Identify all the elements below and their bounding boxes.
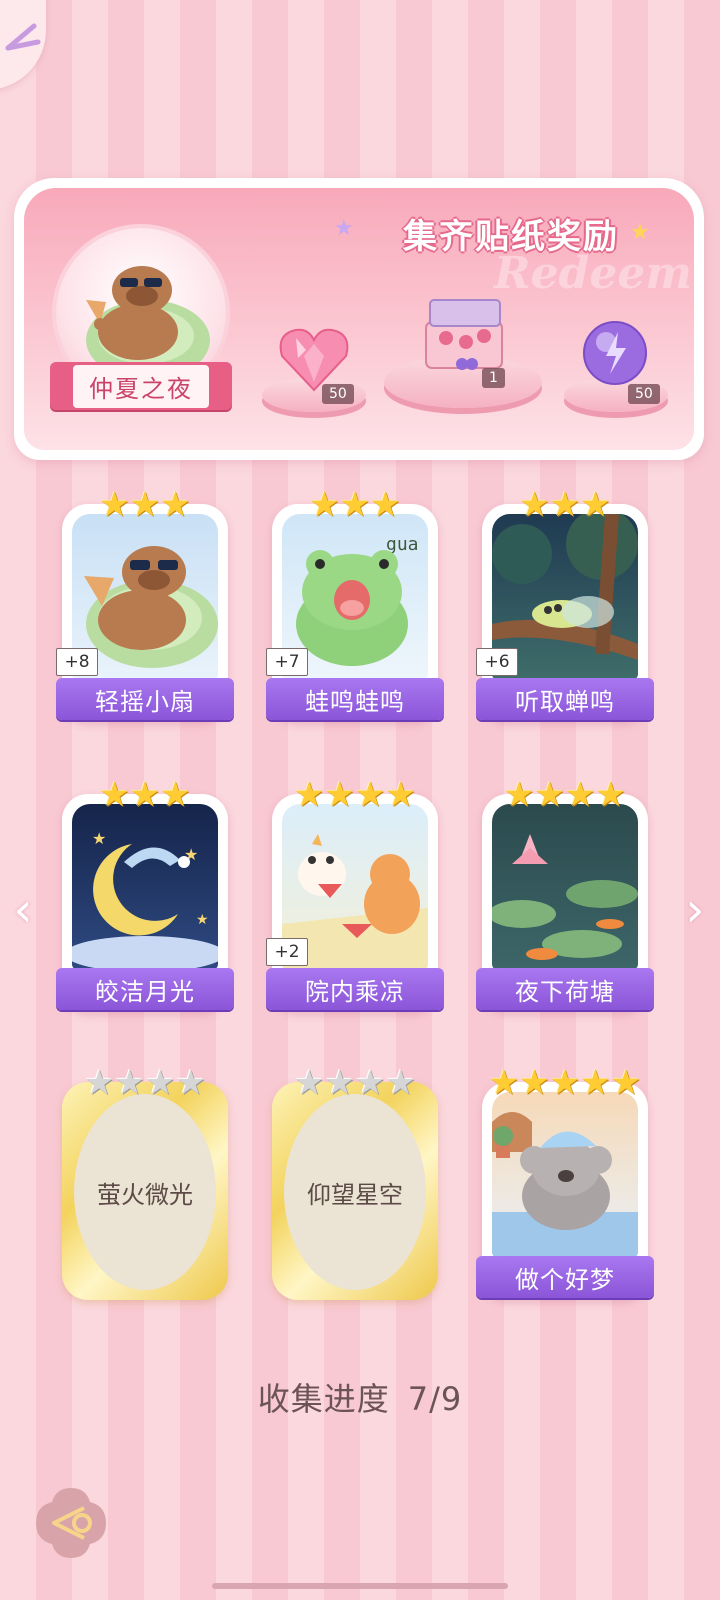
card-name: 皎洁月光	[56, 968, 234, 1010]
sticker-card[interactable]: ★ ★ ★ ★ ★ ★ 皎洁月光	[56, 772, 234, 1012]
locked-card-name: 仰望星空	[284, 1094, 426, 1290]
sticker-card[interactable]: ★ ★ ★ +8 轻摇小扇	[56, 482, 234, 722]
duplicate-count-badge: +6	[476, 648, 518, 676]
star-icon: ★	[339, 485, 371, 525]
theme-name: 仲夏之夜	[73, 364, 209, 408]
star-icon: ★	[488, 1063, 520, 1103]
star-icon: ★	[324, 775, 355, 815]
star-icon: ★	[99, 775, 130, 815]
home-indicator[interactable]	[212, 1583, 508, 1589]
sticker-card[interactable]: gua ★ ★ ★ +7 蛙鸣蛙鸣	[266, 482, 444, 722]
card-art: ★ ★ ★	[72, 804, 218, 970]
star-icon: ★	[145, 1063, 176, 1103]
star-icon: ★	[160, 775, 191, 815]
sticker-card[interactable]: ★ ★ ★ ★ +2 院内乘凉	[266, 772, 444, 1012]
star-icon: ★	[294, 1063, 325, 1103]
gift-box-icon[interactable]	[416, 292, 512, 376]
svg-text:★: ★	[196, 912, 209, 928]
star-icon: ★	[370, 485, 401, 525]
banner-background: Redeem ★ ★ 集齐贴纸奖励 仲夏之夜 50 1 50	[24, 188, 694, 450]
star-rating: ★ ★ ★	[62, 482, 228, 522]
fan-icon	[5, 23, 41, 51]
sticker-card-locked[interactable]: 仰望星空 ★ ★ ★ ★	[272, 1060, 438, 1300]
duplicate-count-badge: +2	[266, 938, 308, 966]
back-button[interactable]	[32, 1484, 110, 1562]
menu-corner-button[interactable]	[0, 0, 46, 90]
sticker-reward-banner: Redeem ★ ★ 集齐贴纸奖励 仲夏之夜 50 1 50	[14, 178, 704, 460]
lotus-pond-illustration-icon	[492, 834, 638, 960]
progress-value: 7/9	[407, 1380, 463, 1418]
card-name: 夜下荷塘	[476, 968, 654, 1010]
reward-count: 50	[628, 384, 660, 404]
theme-name-ribbon: 仲夏之夜	[50, 362, 232, 410]
star-icon: ★	[129, 485, 161, 525]
star-icon: ★	[580, 1063, 611, 1103]
banner-title: 集齐贴纸奖励	[403, 217, 619, 256]
previous-page-arrow[interactable]: ‹	[8, 880, 38, 940]
card-name: 轻摇小扇	[56, 678, 234, 720]
star-rating: ★ ★ ★	[62, 772, 228, 812]
star-icon: ★	[84, 1063, 115, 1103]
sticker-card[interactable]: ★ ★ ★ ★ ★ 做个好梦	[476, 1060, 654, 1300]
star-icon: ★	[534, 775, 565, 815]
star-icon: ★	[324, 1063, 355, 1103]
progress-label: 收集进度	[257, 1380, 390, 1418]
moon-illustration-icon: ★ ★ ★	[72, 829, 218, 970]
card-name: 院内乘凉	[266, 968, 444, 1010]
star-rating: ★ ★ ★ ★	[62, 1060, 228, 1100]
star-icon: ★	[99, 485, 130, 525]
collection-progress: 收集进度 7/9	[0, 1374, 720, 1420]
purple-lightning-orb-icon[interactable]	[580, 318, 650, 388]
star-icon: ★	[504, 775, 535, 815]
star-icon: ★	[294, 775, 325, 815]
star-icon: ★	[519, 485, 550, 525]
star-rating: ★ ★ ★	[482, 482, 648, 522]
star-icon: ★	[385, 775, 416, 815]
next-page-arrow[interactable]: ›	[680, 880, 710, 940]
card-art	[492, 804, 638, 970]
star-icon: ★	[114, 1063, 145, 1103]
star-icon: ★	[355, 775, 386, 815]
star-icon: ★	[580, 485, 611, 525]
star-icon: ★	[160, 485, 191, 525]
duplicate-count-badge: +7	[266, 648, 308, 676]
card-art	[492, 1092, 638, 1258]
star-rating: ★ ★ ★ ★	[272, 1060, 438, 1100]
star-icon: ★	[549, 485, 581, 525]
star-icon: ★	[610, 1063, 642, 1103]
star-icon: ★	[565, 775, 596, 815]
card-name: 蛙鸣蛙鸣	[266, 678, 444, 720]
duplicate-count-badge: +8	[56, 648, 98, 676]
star-icon: ★	[355, 1063, 386, 1103]
star-icon: ★	[309, 485, 340, 525]
sticker-card[interactable]: ★ ★ ★ +6 听取蝉鸣	[476, 482, 654, 722]
banner-title-wrap: 集齐贴纸奖励	[346, 206, 676, 260]
star-icon: ★	[385, 1063, 416, 1103]
card-name: 做个好梦	[476, 1256, 654, 1298]
sticker-card-locked[interactable]: 萤火微光 ★ ★ ★ ★	[62, 1060, 228, 1300]
reward-count: 1	[482, 368, 505, 388]
locked-card-name: 萤火微光	[74, 1094, 216, 1290]
star-icon: ★	[519, 1063, 550, 1103]
reward-count: 50	[322, 384, 354, 404]
star-icon: ★	[129, 775, 161, 815]
star-rating: ★ ★ ★ ★	[272, 772, 438, 812]
star-rating: ★ ★ ★	[272, 482, 438, 522]
svg-text:★: ★	[92, 829, 106, 848]
star-icon: ★	[549, 1063, 581, 1103]
star-rating: ★ ★ ★ ★	[482, 772, 648, 812]
star-icon: ★	[595, 775, 626, 815]
star-icon: ★	[175, 1063, 206, 1103]
sticker-card[interactable]: ★ ★ ★ ★ 夜下荷塘	[476, 772, 654, 1012]
koala-sleeping-illustration-icon	[492, 1112, 638, 1258]
card-name: 听取蝉鸣	[476, 678, 654, 720]
star-rating: ★ ★ ★ ★ ★	[482, 1060, 648, 1100]
